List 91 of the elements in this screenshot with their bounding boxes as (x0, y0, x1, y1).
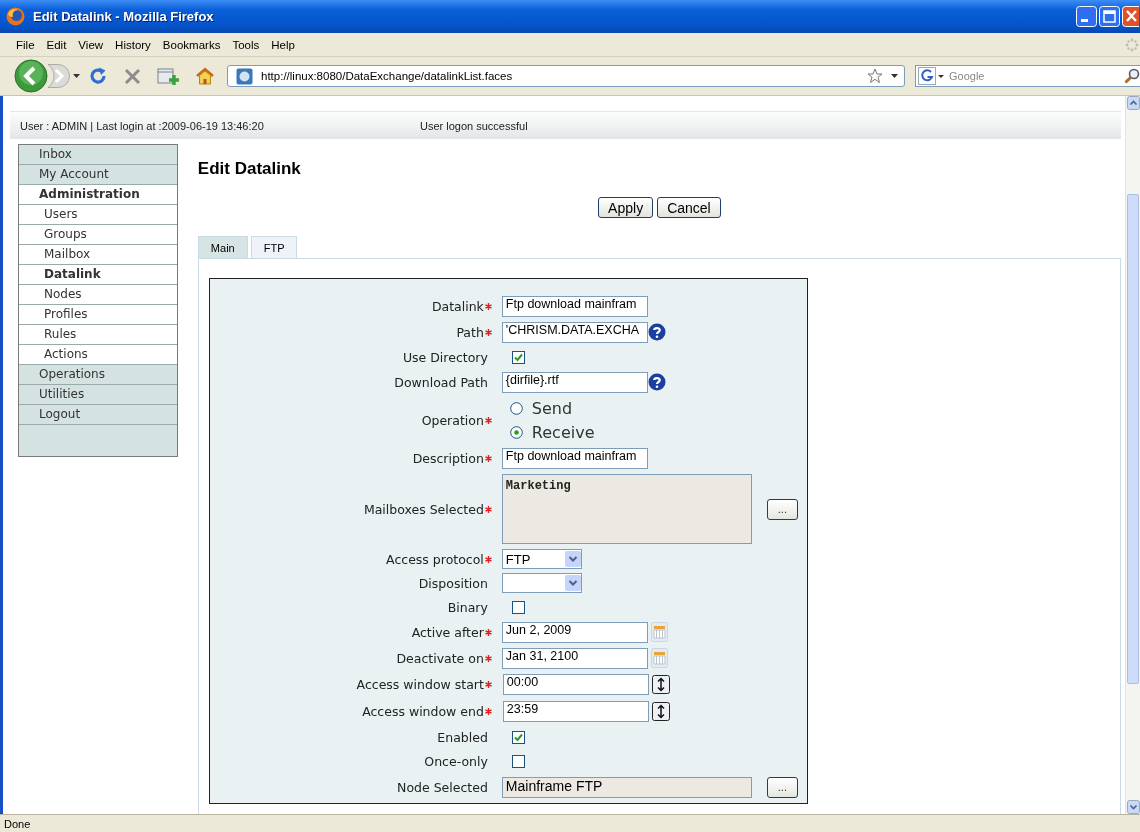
search-field[interactable]: Google (915, 65, 1140, 87)
menu-item[interactable]: Tools (226, 36, 266, 53)
window-title: Edit Datalink - Mozilla Firefox (33, 9, 215, 24)
field-label: Access window start (356, 677, 484, 692)
field-label: Once-only (424, 753, 488, 769)
minimize-button[interactable] (1076, 6, 1097, 27)
sidebar-subitem[interactable]: Rules (19, 325, 177, 345)
caret-icon[interactable] (73, 74, 80, 78)
text-field[interactable]: 'CHRISM.DATA.EXCHA (501, 321, 648, 343)
sidebar-item[interactable]: Operations (19, 365, 177, 385)
browse-button[interactable]: ... (766, 776, 798, 798)
bookmark-add-icon[interactable] (157, 66, 179, 86)
dropdown[interactable] (501, 573, 582, 593)
menu-item[interactable]: Bookmarks (156, 36, 227, 53)
field-label: Datalink (431, 298, 484, 314)
throbber-icon (1125, 37, 1139, 52)
field-label: Access window end (362, 704, 484, 719)
checkbox[interactable] (511, 730, 525, 744)
close-button[interactable] (1122, 6, 1139, 27)
checkbox[interactable] (511, 350, 525, 364)
text-field[interactable]: {dirfile}.rtf (501, 371, 648, 393)
field-label: Path (456, 324, 484, 340)
home-icon[interactable] (195, 67, 215, 85)
status-bar: Done (0, 814, 1140, 832)
menu-item[interactable]: History (109, 36, 157, 53)
sidebar-subitem[interactable]: Datalink (19, 265, 177, 285)
checkbox[interactable] (511, 600, 525, 614)
stop-icon[interactable] (124, 67, 141, 85)
address-bar[interactable]: http://linux:8080/DataExchange/datalinkList.faces (227, 65, 905, 87)
sidebar-item[interactable]: Inbox (19, 145, 177, 165)
field-label: Access protocol (386, 551, 484, 567)
sidebar-item[interactable]: Administration (19, 185, 177, 205)
sidebar-subitem[interactable]: Users (19, 205, 177, 225)
field-label: Node Selected (397, 779, 488, 795)
text-field[interactable]: Ftp download mainfram (501, 295, 648, 317)
scroll-down-icon[interactable] (1126, 800, 1140, 814)
date-field[interactable]: Jun 2, 2009 (501, 621, 648, 643)
radio-option[interactable]: Send (509, 398, 595, 418)
list-field[interactable]: Marketing (501, 474, 752, 544)
search-engine-icon (918, 67, 945, 85)
time-field[interactable]: 00:00 (502, 674, 649, 695)
date-field[interactable]: Jan 31, 2100 (501, 647, 648, 669)
search-icon[interactable] (1124, 68, 1140, 84)
caret-icon (564, 551, 581, 567)
field-label: Deactivate on (396, 650, 484, 666)
back-button[interactable] (14, 59, 48, 93)
login-info: User : ADMIN | Last login at :2009-06-19 13:46:20 (19, 119, 265, 132)
sidebar-subitem[interactable]: Nodes (19, 285, 177, 305)
scroll-thumb[interactable] (1127, 194, 1139, 684)
menu-item[interactable]: File (10, 36, 41, 53)
dropdown[interactable]: FTP (501, 549, 582, 569)
scrollbar[interactable] (1125, 96, 1140, 814)
sidebar-subitem[interactable]: Actions (19, 345, 177, 365)
caret-icon[interactable] (891, 74, 898, 78)
sidebar-subitem[interactable]: Mailbox (19, 245, 177, 265)
spinner-icon[interactable] (651, 702, 670, 721)
form-button[interactable]: Cancel (657, 197, 721, 218)
tab[interactable]: Main (197, 236, 248, 258)
spinner-icon[interactable] (651, 675, 670, 694)
scroll-up-icon[interactable] (1126, 96, 1140, 110)
maximize-button[interactable] (1099, 6, 1120, 27)
field-label: Binary (447, 599, 488, 615)
caret-icon (564, 575, 581, 591)
sidebar-item[interactable]: Utilities (19, 385, 177, 405)
star-icon[interactable] (867, 68, 883, 84)
field-label: Description (412, 450, 484, 466)
menu-item[interactable]: Edit (40, 36, 73, 53)
time-field[interactable]: 23:59 (502, 701, 649, 722)
firefox-icon (6, 7, 25, 26)
sidebar-subitem[interactable]: Profiles (19, 305, 177, 325)
site-icon (236, 67, 253, 85)
node-field[interactable]: Mainframe FTP (501, 776, 752, 798)
field-label: Active after (411, 624, 484, 640)
text-field[interactable]: Ftp download mainfram (501, 447, 648, 469)
menu-item[interactable]: View (72, 36, 110, 53)
status-message: User logon successful (420, 119, 528, 132)
field-label: Use Directory (402, 349, 488, 365)
checkbox[interactable] (511, 754, 525, 768)
form-button[interactable]: Apply (598, 197, 654, 218)
radio-option[interactable]: Receive (509, 422, 595, 442)
reload-icon[interactable] (89, 67, 107, 85)
tab[interactable]: FTP (250, 236, 298, 258)
field-label: Download Path (394, 374, 488, 390)
browse-button[interactable]: ... (766, 498, 798, 520)
field-label: Disposition (418, 575, 488, 591)
sidebar-subitem[interactable]: Groups (19, 225, 177, 245)
menu-item[interactable]: Help (265, 36, 301, 53)
field-label: Mailboxes Selected (363, 501, 484, 517)
field-label: Enabled (437, 729, 488, 745)
field-label: Operation (421, 412, 484, 428)
page-title: Edit Datalink (197, 159, 301, 179)
